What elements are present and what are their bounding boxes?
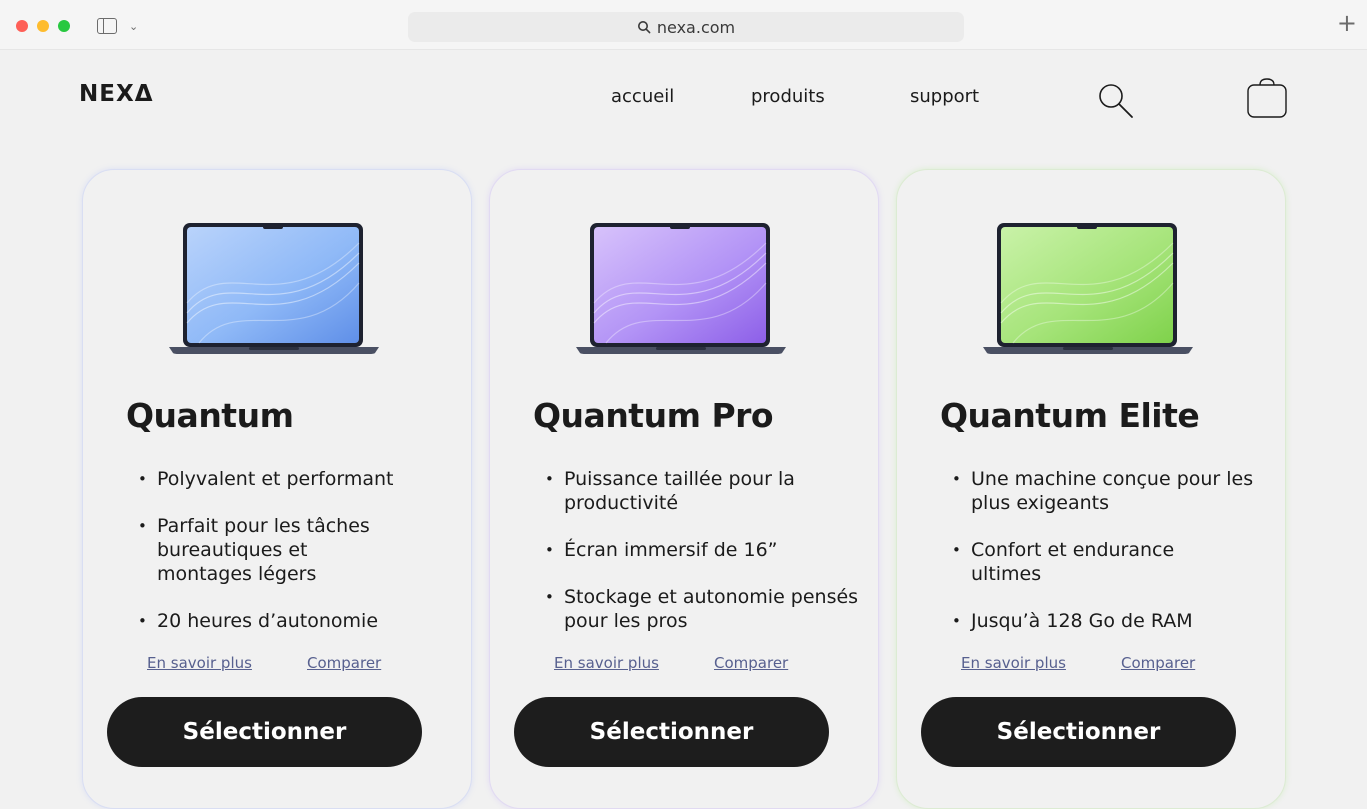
brand-logo[interactable]: NEXΔ <box>79 81 154 107</box>
compare-link[interactable]: Comparer <box>714 654 788 672</box>
learn-more-link[interactable]: En savoir plus <box>961 654 1066 672</box>
minimize-window-button[interactable] <box>37 20 49 32</box>
select-button[interactable]: Sélectionner <box>514 697 829 767</box>
url-text: nexa.com <box>656 17 736 37</box>
product-title: Quantum <box>126 396 294 435</box>
learn-more-link[interactable]: En savoir plus <box>554 654 659 672</box>
card-links: En savoir plus Comparer <box>147 654 447 674</box>
compare-link[interactable]: Comparer <box>1121 654 1195 672</box>
sidebar-icon[interactable] <box>97 18 117 34</box>
product-title: Quantum Pro <box>533 396 774 435</box>
product-title: Quantum Elite <box>940 396 1200 435</box>
product-card-quantum-pro: Quantum Pro Puissance taillée pour la pr… <box>489 169 879 809</box>
search-icon <box>637 21 651 34</box>
feature-item: 20 heures d’autonomie <box>138 609 453 633</box>
feature-item: Écran immersif de 16” <box>545 538 860 562</box>
product-card-quantum-elite: Quantum Elite Une machine conçue pour le… <box>896 169 1286 809</box>
nav-link-produits[interactable]: produits <box>751 86 825 107</box>
feature-item: Stockage et autonomie pensés pour les pr… <box>545 585 860 633</box>
feature-item: Confort et endurance ultimes <box>952 538 1212 586</box>
product-card-quantum: Quantum Polyvalent et performant Parfait… <box>82 169 472 809</box>
feature-item: Une machine conçue pour les plus exigean… <box>952 467 1267 515</box>
card-links: En savoir plus Comparer <box>961 654 1261 674</box>
select-button[interactable]: Sélectionner <box>921 697 1236 767</box>
feature-item: Parfait pour les tâches bureautiques et … <box>138 514 378 586</box>
laptop-image <box>576 223 786 357</box>
cart-icon[interactable] <box>1246 77 1288 119</box>
laptop-image <box>983 223 1193 357</box>
search-icon[interactable] <box>1097 82 1135 120</box>
close-window-button[interactable] <box>16 20 28 32</box>
compare-link[interactable]: Comparer <box>307 654 381 672</box>
browser-toolbar: ⌄ nexa.com + <box>0 0 1367 50</box>
feature-list: Puissance taillée pour la productivité É… <box>545 467 860 656</box>
laptop-image <box>169 223 379 357</box>
select-button[interactable]: Sélectionner <box>107 697 422 767</box>
card-links: En savoir plus Comparer <box>554 654 854 674</box>
zoom-window-button[interactable] <box>58 20 70 32</box>
feature-item: Jusqu’à 128 Go de RAM <box>952 609 1267 633</box>
feature-list: Une machine conçue pour les plus exigean… <box>952 467 1267 656</box>
feature-list: Polyvalent et performant Parfait pour le… <box>138 467 453 656</box>
feature-item: Polyvalent et performant <box>138 467 453 491</box>
nav-link-support[interactable]: support <box>910 86 979 107</box>
address-bar[interactable]: nexa.com <box>408 12 964 42</box>
learn-more-link[interactable]: En savoir plus <box>147 654 252 672</box>
chevron-down-icon[interactable]: ⌄ <box>129 20 138 33</box>
nav-link-accueil[interactable]: accueil <box>611 86 674 107</box>
feature-item: Puissance taillée pour la productivité <box>545 467 860 515</box>
new-tab-button[interactable]: + <box>1337 11 1357 35</box>
